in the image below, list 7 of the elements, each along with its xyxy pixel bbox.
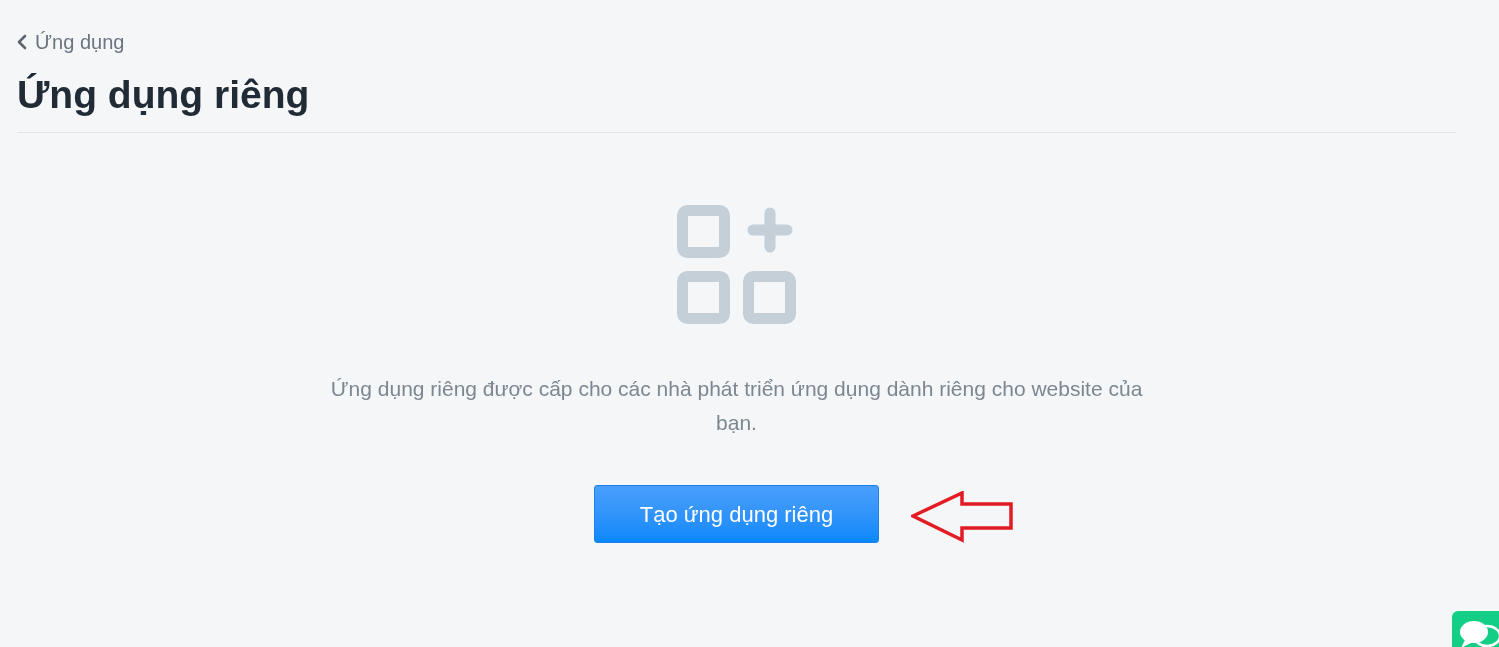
- empty-state-description: Ứng dụng riêng được cấp cho các nhà phát triển ứng dụng dành riêng cho website của bạn.: [329, 376, 1144, 436]
- back-link[interactable]: Ứng dụng: [17, 30, 125, 54]
- add-apps-icon: [676, 205, 797, 325]
- chevron-left-icon: [17, 34, 27, 50]
- chat-bubbles-icon: [1457, 619, 1499, 647]
- create-app-button[interactable]: Tạo ứng dụng riêng: [594, 485, 879, 543]
- page-title: Ứng dụng riêng: [17, 72, 310, 118]
